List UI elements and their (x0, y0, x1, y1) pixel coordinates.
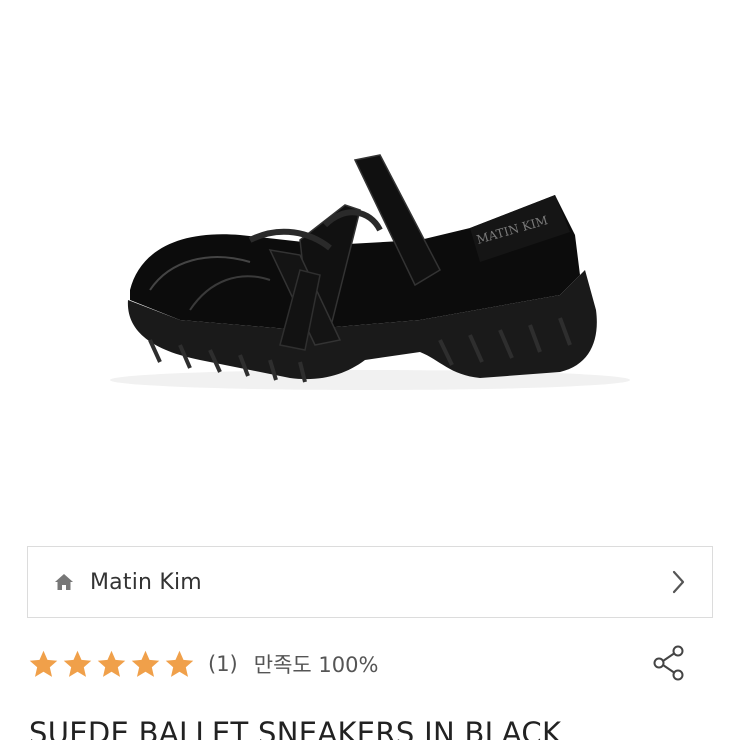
brand-link[interactable]: Matin Kim (27, 546, 713, 618)
product-image[interactable]: MATIN KIM (0, 0, 740, 530)
star-icon (95, 648, 128, 681)
star-icon (61, 648, 94, 681)
star-icon (129, 648, 162, 681)
rating-row: (1) 만족도 100% (27, 642, 713, 686)
star-icon (163, 648, 196, 681)
sneaker-illustration: MATIN KIM (110, 154, 630, 390)
share-icon[interactable] (651, 644, 687, 682)
star-rating[interactable] (27, 648, 196, 681)
brand-name: Matin Kim (90, 569, 202, 595)
star-icon (27, 648, 60, 681)
product-title: SUEDE BALLET SNEAKERS IN BLACK (29, 716, 562, 740)
chevron-right-icon (668, 569, 688, 595)
satisfaction-text: 만족도 100% (253, 653, 379, 677)
home-icon (52, 570, 76, 594)
review-count[interactable]: (1) (208, 652, 238, 676)
